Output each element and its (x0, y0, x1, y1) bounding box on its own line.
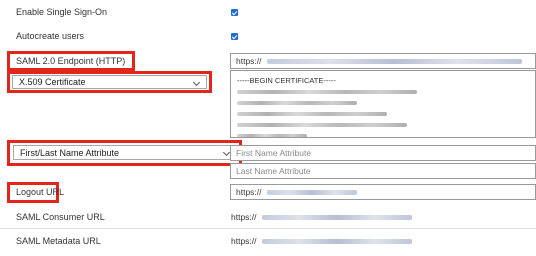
redacted-text (237, 112, 387, 117)
saml-consumer-url-value: https:// (231, 212, 257, 222)
first-name-placeholder: First Name Attribute (236, 148, 312, 158)
saml-metadata-url-value: https:// (231, 236, 257, 246)
redacted-text (261, 215, 412, 221)
x509-format-select[interactable]: X.509 Certificate (12, 75, 207, 89)
redacted-text (237, 90, 417, 95)
saml-endpoint-input[interactable]: https:// (230, 53, 536, 69)
redacted-text (266, 190, 357, 196)
redacted-text (266, 59, 522, 65)
saml-metadata-url: https:// (231, 236, 412, 246)
redacted-text (237, 123, 407, 128)
autocreate-label: Autocreate users (16, 31, 85, 41)
saml-endpoint-label: SAML 2.0 Endpoint (HTTP) (16, 56, 126, 66)
row-divider (0, 228, 536, 229)
autocreate-checkbox[interactable] (231, 33, 238, 40)
saml-consumer-url-label: SAML Consumer URL (16, 212, 105, 222)
chevron-down-icon (222, 148, 231, 157)
name-attribute-label: First/Last Name Attribute (20, 148, 120, 158)
redacted-text (237, 101, 357, 106)
last-name-placeholder: Last Name Attribute (236, 166, 311, 176)
enable-sso-checkbox[interactable] (231, 9, 238, 16)
enable-sso-label: Enable Single Sign-On (16, 7, 108, 17)
logout-url-label: Logout URL (16, 187, 65, 197)
chevron-down-icon (192, 78, 201, 87)
name-attribute-select[interactable]: First/Last Name Attribute (13, 145, 237, 160)
certificate-begin-line: -----BEGIN CERTIFICATE----- (237, 76, 336, 85)
logout-url-input[interactable]: https:// (230, 184, 536, 200)
first-name-attribute-input[interactable]: First Name Attribute (230, 145, 536, 161)
x509-label: X.509 Certificate (19, 77, 86, 87)
redacted-text (261, 239, 412, 245)
saml-metadata-url-label: SAML Metadata URL (16, 236, 101, 246)
x509-certificate-textarea[interactable]: -----BEGIN CERTIFICATE----- (230, 70, 536, 138)
last-name-attribute-input[interactable]: Last Name Attribute (230, 163, 536, 179)
saml-endpoint-value: https:// (236, 56, 262, 66)
saml-consumer-url: https:// (231, 212, 412, 222)
redacted-text (237, 134, 307, 137)
logout-url-value: https:// (236, 187, 262, 197)
